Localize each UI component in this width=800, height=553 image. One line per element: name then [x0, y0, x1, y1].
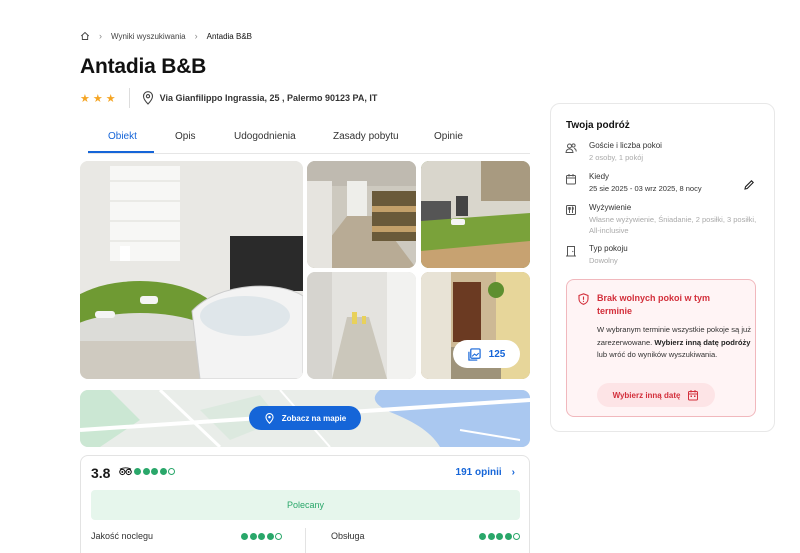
trip-board-value: Własne wyżywienie, Śniadanie, 2 posiłki,…: [589, 215, 757, 235]
trip-room-label: Typ pokoju: [589, 244, 628, 253]
reviews-count: 191 opinii: [455, 467, 502, 478]
active-tab-indicator: [88, 151, 154, 153]
show-on-map-label: Zobacz na mapie: [281, 413, 347, 423]
trip-guests-value: 2 osoby, 1 pokój: [589, 153, 644, 162]
show-on-map-button[interactable]: Zobacz na mapie: [249, 406, 361, 430]
home-icon[interactable]: [80, 31, 90, 41]
reviews-card: 3.8 191 opinii › Polecany Jakość noclegu…: [80, 455, 530, 553]
gallery-count-button[interactable]: 125: [453, 340, 520, 368]
gallery-count: 125: [488, 348, 506, 360]
gallery-photo-main[interactable]: [80, 161, 303, 379]
trip-panel: Twoja podróż Goście i liczba pokoi 2 oso…: [550, 103, 775, 432]
chevron-right-icon: ›: [511, 467, 515, 478]
alert-body-text-2: lub wróć do wyników wyszukiwania.: [597, 350, 718, 359]
alert-body: W wybranym terminie wszystkie pokoje są …: [597, 324, 752, 362]
location-pin-icon: [142, 91, 153, 105]
category-label-service: Obsługa: [331, 531, 365, 541]
gallery-photo-3[interactable]: [421, 161, 530, 268]
category-dots-service: [479, 533, 520, 540]
chevron-right-icon: ›: [99, 31, 102, 41]
trip-dates-value: 25 sie 2025 - 03 wrz 2025, 8 nocy: [589, 184, 702, 193]
alert-title: Brak wolnych pokoi w tym terminie: [597, 293, 711, 316]
cutlery-icon: [566, 205, 576, 215]
divider: [305, 528, 306, 553]
tab-obiekt[interactable]: Obiekt: [108, 131, 137, 142]
star-icon: ★: [105, 92, 116, 105]
star-icon: ★: [92, 92, 103, 105]
review-score: 3.8: [91, 465, 111, 481]
no-rooms-alert: Brak wolnych pokoi w tym terminie W wybr…: [566, 279, 756, 417]
guests-icon: [565, 143, 577, 153]
choose-other-date-button[interactable]: Wybierz inną datę: [597, 383, 715, 407]
alert-body-emphasis: Wybierz inną datę podróży: [654, 337, 751, 347]
pencil-icon[interactable]: [743, 179, 755, 191]
tab-opis[interactable]: Opis: [175, 131, 196, 142]
breadcrumb: › Wyniki wyszukiwania › Antadia B&B: [80, 31, 252, 41]
gallery-icon: [467, 347, 481, 361]
hotel-address: Via Gianfilippo Ingrassia, 25 , Palermo …: [159, 93, 378, 103]
breadcrumb-search-results[interactable]: Wyniki wyszukiwania: [111, 32, 186, 41]
trip-room-value: Dowolny: [589, 256, 618, 265]
category-label-quality: Jakość noclegu: [91, 531, 154, 541]
door-icon: [566, 246, 576, 257]
divider: [128, 88, 130, 108]
chevron-right-icon: ›: [194, 31, 198, 41]
reviews-link[interactable]: 191 opinii ›: [456, 467, 515, 478]
shield-alert-icon: [578, 293, 589, 305]
trip-dates-label: Kiedy: [589, 172, 610, 181]
choose-other-date-label: Wybierz inną datę: [612, 390, 681, 400]
trip-title: Twoja podróż: [566, 120, 630, 131]
recommendation-label: Polecany: [286, 500, 325, 510]
trip-guests-label: Goście i liczba pokoi: [589, 141, 662, 150]
tripadvisor-icon: [119, 467, 132, 476]
location-pin-icon: [265, 412, 274, 424]
calendar-icon: [566, 174, 576, 185]
gallery-photo-4[interactable]: [307, 272, 416, 379]
category-dots-quality: [241, 533, 282, 540]
star-icon: ★: [80, 92, 90, 105]
breadcrumb-current: Antadia B&B: [206, 31, 252, 41]
rating-dots: [134, 468, 175, 475]
tab-bar: Obiekt Opis Udogodnienia Zasady pobytu O…: [88, 124, 530, 154]
hotel-meta: ★ ★ ★ Via Gianfilippo Ingrassia, 25 , Pa…: [80, 88, 377, 108]
calendar-icon: [688, 390, 699, 401]
star-rating: ★ ★ ★: [80, 92, 116, 105]
recommendation-badge: Polecany: [91, 490, 520, 520]
tab-opinie[interactable]: Opinie: [434, 131, 463, 142]
tab-udogodnienia[interactable]: Udogodnienia: [234, 131, 296, 142]
page-title: Antadia B&B: [80, 55, 207, 78]
tab-zasady-pobytu[interactable]: Zasady pobytu: [333, 131, 399, 142]
gallery-photo-2[interactable]: [307, 161, 416, 268]
trip-board-label: Wyżywienie: [589, 203, 632, 212]
